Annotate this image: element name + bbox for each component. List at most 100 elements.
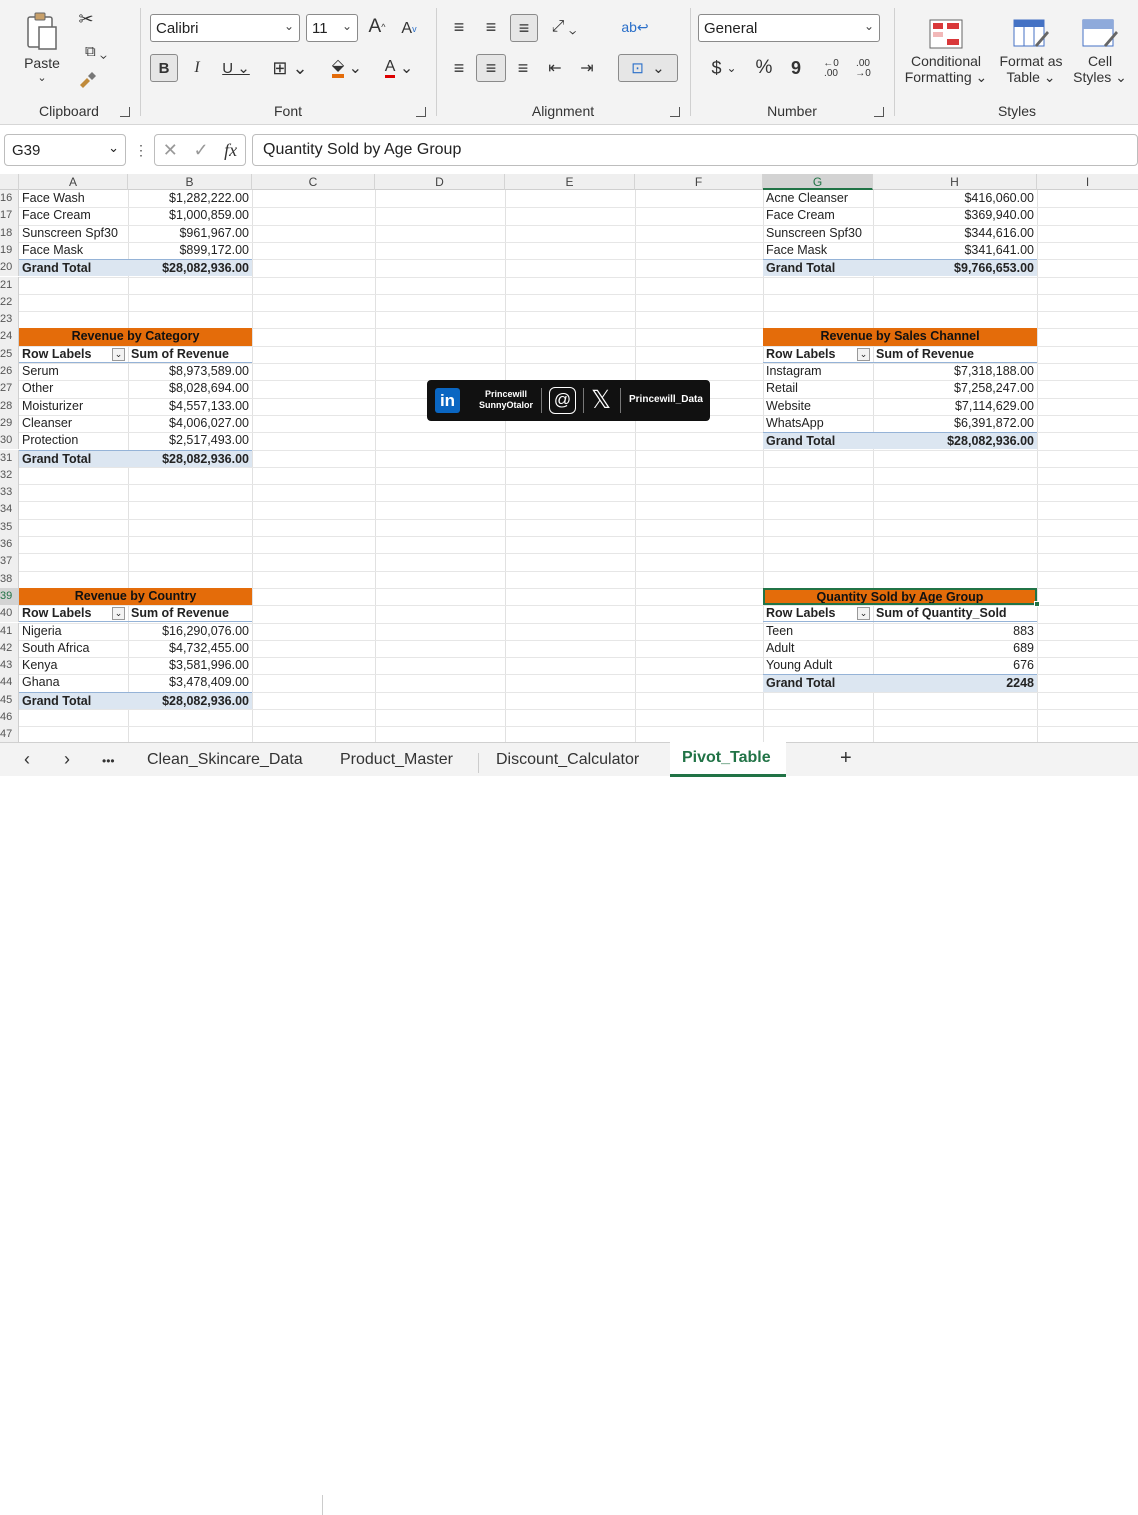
row-value[interactable]: $16,290,076.00 <box>128 623 252 640</box>
column-header[interactable]: B <box>128 174 252 190</box>
row-header[interactable]: 29 <box>0 414 19 433</box>
row-header[interactable]: 24 <box>0 328 19 346</box>
format-as-table-button[interactable]: Format as Table ⌄ <box>994 10 1068 94</box>
shrink-font-button[interactable]: Av <box>398 16 420 42</box>
row-label[interactable]: Acne Cleanser <box>763 190 873 207</box>
row-label[interactable]: Face Cream <box>19 207 128 224</box>
number-format-combo[interactable]: General ⌄ <box>698 14 880 42</box>
grand-total-label[interactable]: Grand Total <box>763 674 873 692</box>
font-name-combo[interactable]: Calibri ⌄ <box>150 14 300 42</box>
align-center-icon[interactable]: ≡ <box>476 54 506 82</box>
clipboard-launcher-icon[interactable] <box>120 107 130 117</box>
row-label[interactable]: Moisturizer <box>19 398 128 415</box>
increase-decimal-button[interactable]: ←0 .00 <box>818 56 844 82</box>
row-header[interactable]: 40 <box>0 605 19 623</box>
row-header[interactable]: 38 <box>0 570 19 588</box>
row-value[interactable]: 689 <box>873 640 1037 657</box>
row-label[interactable]: Face Wash <box>19 190 128 207</box>
column-header[interactable]: F <box>635 174 763 190</box>
row-header[interactable]: 25 <box>0 345 19 363</box>
pivot-title[interactable]: Revenue by Sales Channel <box>763 328 1037 346</box>
row-label[interactable]: Protection <box>19 432 128 449</box>
italic-button[interactable]: I <box>186 54 208 82</box>
row-label[interactable]: Website <box>763 398 873 415</box>
row-label[interactable]: Retail <box>763 380 873 397</box>
row-value[interactable]: $7,114,629.00 <box>873 398 1037 415</box>
row-value[interactable]: $4,557,133.00 <box>128 398 252 415</box>
row-header[interactable]: 47 <box>0 726 19 742</box>
row-label[interactable]: Cleanser <box>19 415 128 432</box>
column-header[interactable]: C <box>252 174 375 190</box>
cancel-icon[interactable]: ✕ <box>163 140 178 161</box>
scroll-right-icon[interactable]: › <box>64 749 70 770</box>
fx-icon[interactable]: fx <box>224 140 237 161</box>
align-left-icon[interactable]: ≡ <box>446 54 472 82</box>
row-label[interactable]: Other <box>19 380 128 397</box>
row-header[interactable]: 35 <box>0 518 19 536</box>
row-value[interactable]: $2,517,493.00 <box>128 432 252 449</box>
grand-total-value[interactable]: $28,082,936.00 <box>128 691 252 709</box>
row-label[interactable]: Kenya <box>19 657 128 674</box>
pivot-column-header[interactable]: Sum of Revenue <box>128 346 252 363</box>
row-label[interactable]: South Africa <box>19 640 128 657</box>
comma-button[interactable]: 9 <box>786 54 806 82</box>
row-value[interactable]: $341,641.00 <box>873 242 1037 259</box>
sheet-tab[interactable]: Product_Master <box>340 751 453 769</box>
sheet-tab-active[interactable]: Pivot_Table <box>670 742 786 777</box>
row-header[interactable]: 43 <box>0 657 19 675</box>
grand-total-label[interactable]: Grand Total <box>763 432 873 450</box>
font-color-button[interactable]: A ⌄ <box>380 54 418 82</box>
align-top-icon[interactable]: ≡ <box>446 14 472 40</box>
row-value[interactable]: $1,282,222.00 <box>128 190 252 207</box>
row-value[interactable]: 676 <box>873 657 1037 674</box>
fill-handle[interactable] <box>1034 601 1040 608</box>
filter-dropdown-icon[interactable]: ⌄ <box>112 347 125 361</box>
column-header-selected[interactable]: G <box>763 174 873 190</box>
scroll-left-icon[interactable]: ‹ <box>24 749 30 770</box>
format-painter-icon[interactable] <box>76 70 98 92</box>
align-bottom-icon[interactable]: ≡ <box>510 14 538 42</box>
column-header[interactable]: E <box>505 174 635 190</box>
grand-total-label[interactable]: Grand Total <box>19 691 128 709</box>
row-label[interactable]: Sunscreen Spf30 <box>19 225 128 242</box>
row-header[interactable]: 46 <box>0 709 19 727</box>
column-header[interactable]: H <box>873 174 1037 190</box>
row-header[interactable]: 31 <box>0 449 19 467</box>
row-label[interactable]: Young Adult <box>763 657 873 674</box>
row-header[interactable]: 21 <box>0 276 19 294</box>
sheet-tab[interactable]: Clean_Skincare_Data <box>147 751 303 769</box>
orientation-icon[interactable]: ⤢ ⌄ <box>544 14 584 40</box>
check-icon[interactable]: ✓ <box>193 140 208 161</box>
filter-dropdown-icon[interactable]: ⌄ <box>857 347 870 361</box>
row-label[interactable]: Grand Total <box>763 259 873 277</box>
row-value[interactable]: $369,940.00 <box>873 207 1037 224</box>
pivot-title[interactable]: Quantity Sold by Age Group <box>763 587 1037 606</box>
row-header[interactable]: 20 <box>0 259 19 277</box>
row-value[interactable]: $9,766,653.00 <box>873 259 1037 277</box>
name-box[interactable]: G39 ⌄ <box>4 134 126 166</box>
formula-input[interactable]: Quantity Sold by Age Group <box>252 134 1138 166</box>
more-sheets-icon[interactable]: ••• <box>102 754 115 768</box>
merge-center-icon[interactable]: ⊡ ⌄ <box>618 54 678 82</box>
grow-font-button[interactable]: A ^ <box>366 14 388 40</box>
row-header[interactable]: 16 <box>0 190 19 208</box>
cell-styles-button[interactable]: Cell Styles ⌄ <box>1070 10 1130 94</box>
column-header[interactable]: D <box>375 174 505 190</box>
row-header[interactable]: 34 <box>0 501 19 519</box>
row-header[interactable]: 33 <box>0 484 19 502</box>
pivot-column-header[interactable]: Sum of Revenue <box>128 605 252 623</box>
row-value[interactable]: $28,082,936.00 <box>128 259 252 277</box>
increase-indent-icon[interactable]: ⇥ <box>574 54 600 82</box>
row-value[interactable]: $3,478,409.00 <box>128 674 252 691</box>
column-header[interactable]: A <box>19 174 128 190</box>
grand-total-value[interactable]: $28,082,936.00 <box>128 449 252 467</box>
row-label[interactable]: Nigeria <box>19 623 128 640</box>
row-label[interactable]: Sunscreen Spf30 <box>763 225 873 242</box>
row-value[interactable]: $7,318,188.00 <box>873 363 1037 380</box>
row-header[interactable]: 30 <box>0 432 19 450</box>
paste-button[interactable]: Paste ⌄ <box>18 8 66 86</box>
grand-total-label[interactable]: Grand Total <box>19 449 128 467</box>
more-icon[interactable]: ⋮ <box>134 142 148 159</box>
pivot-column-header[interactable]: Sum of Revenue <box>873 346 1037 363</box>
row-value[interactable]: $7,258,247.00 <box>873 380 1037 397</box>
